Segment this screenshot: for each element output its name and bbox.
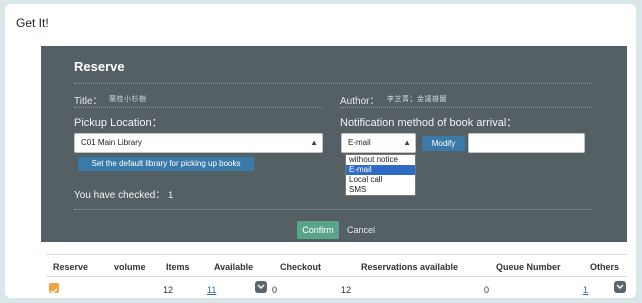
chevron-down-icon xyxy=(257,284,265,289)
divider xyxy=(74,209,592,210)
notification-options-list[interactable]: without notice E-mail Local call SMS xyxy=(345,154,416,196)
cell-reservations-available: 12 xyxy=(341,285,352,295)
notification-method-value: E-mail xyxy=(348,138,371,147)
pickup-location-value: C01 Main Library xyxy=(81,138,142,147)
author-label: Author： xyxy=(340,96,380,107)
updown-arrows-icon: ▲ xyxy=(310,138,318,147)
option-sms[interactable]: SMS xyxy=(346,185,415,195)
others-expand-button[interactable] xyxy=(614,281,626,293)
table-header-border xyxy=(46,276,627,277)
option-email[interactable]: E-mail xyxy=(346,165,415,175)
divider xyxy=(340,107,592,108)
pickup-location-select[interactable]: C01 Main Library ▲ xyxy=(74,133,323,153)
panel-title: Reserve xyxy=(74,59,125,74)
cell-others-link[interactable]: 1 xyxy=(583,285,588,295)
col-header-available: Available xyxy=(214,262,254,272)
checked-label-text: You have checked： xyxy=(74,190,166,201)
available-expand-button[interactable] xyxy=(255,281,267,293)
chevron-down-icon xyxy=(616,284,624,289)
page-heading: Get It! xyxy=(16,16,49,30)
col-header-others: Others xyxy=(590,262,620,272)
notification-method-label: Notification method of book arrival： xyxy=(340,117,518,129)
notification-method-select[interactable]: E-mail ▲ xyxy=(341,133,416,153)
col-header-queue-number: Queue Number xyxy=(496,262,561,272)
col-header-items: Items xyxy=(166,262,190,272)
reserve-panel: Reserve Title： 蘭桂小杉樹 Author： 李芝菁；金議雄圖 Pi… xyxy=(41,46,627,242)
table-top-border xyxy=(46,254,627,255)
title-label: Title： xyxy=(74,96,103,107)
divider xyxy=(74,83,592,84)
col-header-volume: volume xyxy=(114,262,146,272)
cell-items: 12 xyxy=(163,285,174,295)
checked-count: 1 xyxy=(168,190,174,200)
checked-label: You have checked： 1 xyxy=(74,186,173,201)
reserve-checkbox[interactable] xyxy=(49,283,59,294)
notification-contact-input[interactable] xyxy=(468,133,585,153)
updown-arrows-icon: ▲ xyxy=(403,138,411,147)
reserve-page: Get It! Reserve Title： 蘭桂小杉樹 Author： 李芝菁… xyxy=(5,4,636,298)
cell-queue-number: 0 xyxy=(484,285,490,295)
pickup-location-label: Pickup Location： xyxy=(74,117,163,129)
cancel-button[interactable]: Cancel xyxy=(347,221,375,239)
col-header-reservations-available: Reservations available xyxy=(361,262,459,272)
cell-checkout: 0 xyxy=(272,285,278,295)
set-default-library-button[interactable]: Set the default library for picking up b… xyxy=(78,157,254,171)
option-without-notice[interactable]: without notice xyxy=(346,155,415,165)
confirm-button[interactable]: Confirm xyxy=(297,221,339,239)
checkmark-icon xyxy=(50,288,58,294)
cell-available-link[interactable]: 11 xyxy=(207,285,216,295)
col-header-reserve: Reserve xyxy=(53,262,89,272)
option-local-call[interactable]: Local call xyxy=(346,175,415,185)
divider xyxy=(74,107,322,108)
title-value: 蘭桂小杉樹 xyxy=(109,96,147,103)
col-header-checkout: Checkout xyxy=(280,262,322,272)
modify-button[interactable]: Modify xyxy=(422,136,465,151)
author-value: 李芝菁；金議雄圖 xyxy=(387,96,447,103)
